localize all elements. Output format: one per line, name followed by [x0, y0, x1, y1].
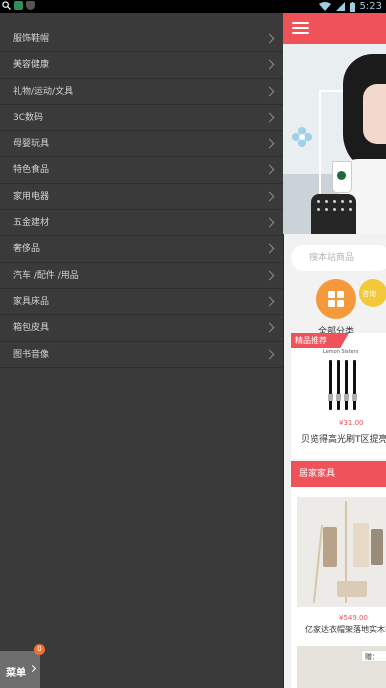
menu-item-label: 服饰鞋帽 — [13, 34, 50, 44]
chevron-right-icon — [264, 59, 275, 70]
main-page: 搜本站商品 全部分类 咨询 精品推荐 Lemon Sisters ¥31.00 … — [283, 13, 386, 688]
menu-item-label: 家用电器 — [13, 191, 50, 202]
all-categories-button[interactable] — [316, 279, 356, 319]
hamburger-menu-icon[interactable] — [292, 22, 309, 35]
menu-item[interactable]: 奢侈品 — [0, 236, 283, 263]
menu-item[interactable]: 图书音像 — [0, 342, 283, 368]
menu-item-label: 汽车 /配件 /用品 — [13, 270, 79, 281]
menu-item-label: 礼物/运动/文具 — [13, 86, 74, 97]
flower-icon — [292, 127, 312, 147]
menu-item[interactable]: 箱包皮具 — [0, 315, 283, 342]
menu-item-label: 五金建材 — [13, 218, 50, 229]
cloth-image — [353, 523, 369, 567]
menu-item[interactable]: 母婴玩具 — [0, 131, 283, 158]
section-title: 居家家具 — [291, 461, 386, 487]
promo-banner[interactable] — [283, 44, 386, 234]
consult-label: 咨询 — [362, 290, 376, 298]
search-input[interactable]: 搜本站商品 — [291, 245, 386, 271]
top-bar — [283, 13, 386, 44]
app-notification-icon — [14, 1, 23, 10]
brush-image — [352, 360, 357, 410]
coffee-cup-image — [332, 161, 352, 193]
chevron-right-icon — [264, 349, 275, 360]
category-menu: 服饰鞋帽 美容健康 礼物/运动/文具 3C数码 母婴玩具 特色食品 家用电器 五… — [0, 26, 283, 368]
chevron-right-icon — [264, 270, 275, 281]
handbag-image — [311, 194, 356, 234]
product-price: ¥549.00 — [339, 614, 368, 622]
menu-item-label: 母婴玩具 — [13, 139, 50, 150]
brush-image — [344, 360, 349, 410]
chevron-right-icon — [264, 86, 275, 97]
grid-icon — [328, 291, 344, 307]
menu-item[interactable]: 家具床品 — [0, 289, 283, 316]
menu-item-label: 图书音像 — [13, 349, 50, 360]
cloth-image — [323, 527, 337, 567]
model-face — [363, 84, 386, 144]
consult-button[interactable]: 咨询 — [359, 279, 386, 307]
menu-button-label: 菜单 — [6, 668, 26, 679]
menu-item[interactable]: 特色食品 — [0, 157, 283, 184]
chevron-right-icon — [264, 33, 275, 44]
chevron-right-icon — [264, 191, 275, 202]
brand-label: Lemon Sisters — [323, 349, 359, 355]
clock: 5:23 — [359, 1, 382, 12]
menu-item[interactable]: 五金建材 — [0, 210, 283, 237]
menu-item-label: 特色食品 — [13, 165, 50, 176]
brush-image — [336, 360, 341, 410]
menu-item-label: 箱包皮具 — [13, 323, 50, 334]
menu-item[interactable]: 汽车 /配件 /用品 — [0, 263, 283, 289]
chevron-right-icon — [264, 322, 275, 333]
chevron-right-icon — [264, 217, 275, 228]
menu-item-label: 3C数码 — [13, 112, 44, 123]
chevron-right-icon — [264, 243, 275, 254]
side-drawer: 服饰鞋帽 美容健康 礼物/运动/文具 3C数码 母婴玩具 特色食品 家用电器 五… — [0, 13, 283, 688]
search-placeholder: 搜本站商品 — [309, 253, 355, 263]
chevron-right-icon — [264, 296, 275, 307]
signal-icon — [335, 2, 345, 11]
menu-item[interactable]: 服饰鞋帽 — [0, 26, 283, 53]
cloth-image — [337, 581, 367, 597]
product-price: ¥31.00 — [339, 419, 364, 427]
rack-pole — [312, 525, 324, 603]
featured-ribbon: 精品推荐 — [291, 333, 349, 348]
chevron-right-icon — [264, 112, 275, 123]
menu-item[interactable]: 美容健康 — [0, 52, 283, 79]
gift-badge: 赠： — [361, 650, 386, 662]
cloth-image — [371, 529, 383, 565]
status-bar: 5:23 — [0, 0, 386, 13]
menu-item-label: 美容健康 — [13, 60, 50, 71]
home-section-card[interactable]: 居家家具 ¥549.00 亿家达衣帽架落地实木衣 赠： — [291, 461, 386, 688]
notification-badge: 0 — [34, 644, 45, 655]
product-name: 贝览得高光刷T区提亮 — [301, 435, 386, 445]
menu-item-label: 奢侈品 — [13, 244, 41, 255]
coat-rack-image — [297, 497, 386, 607]
brush-image — [328, 360, 333, 410]
chevron-right-icon — [28, 664, 37, 673]
featured-product-card[interactable]: 精品推荐 Lemon Sisters ¥31.00 贝览得高光刷T区提亮 — [291, 333, 386, 459]
shield-icon — [26, 1, 35, 10]
menu-item-label: 家具床品 — [13, 296, 50, 307]
menu-item[interactable]: 3C数码 — [0, 105, 283, 132]
menu-item[interactable]: 家用电器 — [0, 184, 283, 211]
product-name: 亿家达衣帽架落地实木衣 — [305, 625, 386, 634]
chevron-right-icon — [264, 165, 275, 175]
menu-button[interactable]: 菜单 0 — [0, 644, 45, 688]
menu-item[interactable]: 礼物/运动/文具 — [0, 79, 283, 105]
battery-icon — [349, 1, 355, 12]
chevron-right-icon — [264, 138, 275, 149]
search-icon — [2, 1, 11, 10]
wifi-icon — [318, 2, 331, 11]
